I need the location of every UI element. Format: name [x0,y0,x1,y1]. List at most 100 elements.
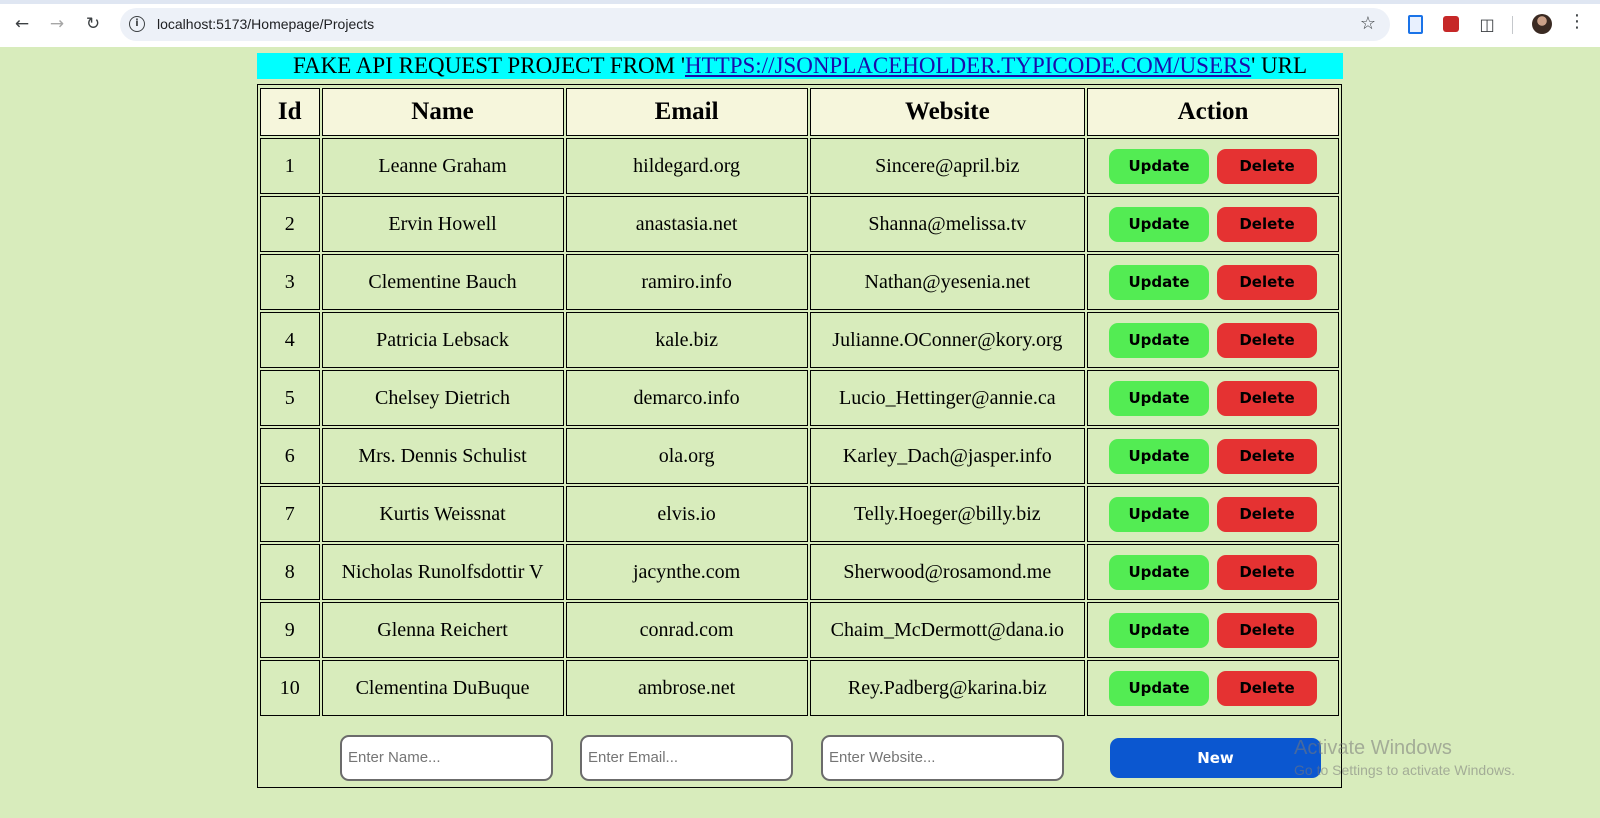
update-button[interactable]: Update [1109,438,1210,474]
update-button[interactable]: Update [1109,612,1210,648]
cell-name: Ervin Howell [321,196,564,252]
cell-website: Telly.Hoeger@billy.biz [809,486,1086,542]
browser-toolbar: ← → ↻ i localhost:5173/Homepage/Projects… [0,0,1600,47]
watermark-subtitle: Go to Settings to activate Windows. [1294,762,1515,778]
website-input[interactable]: Enter Website... [821,735,1064,781]
star-icon[interactable]: ☆ [1360,13,1376,34]
cell-action: Update Delete [1087,370,1339,426]
cell-id: 7 [260,486,320,542]
cell-name: Chelsey Dietrich [321,370,564,426]
url-text[interactable]: localhost:5173/Homepage/Projects [157,16,374,32]
update-button[interactable]: Update [1109,670,1210,706]
table-row: 1 Leanne Graham hildegard.org Sincere@april… [260,138,1339,194]
cell-email: demarco.info [565,370,808,426]
delete-button[interactable]: Delete [1217,264,1318,300]
update-button[interactable]: Update [1109,322,1210,358]
update-button[interactable]: Update [1109,554,1210,590]
delete-button[interactable]: Delete [1217,148,1318,184]
toolbar-divider [1512,16,1513,34]
email-input[interactable]: Enter Email... [580,735,793,781]
table-row: 5 Chelsey Dietrich demarco.info Lucio_Hetti… [260,370,1339,426]
delete-button[interactable]: Delete [1217,612,1318,648]
cell-website: Lucio_Hettinger@annie.ca [809,370,1086,426]
table-row: 8 Nicholas Runolfsdottir Vjacynthe.com She… [260,544,1339,600]
cell-action: Update Delete [1087,312,1339,368]
document-extension-icon[interactable] [1405,14,1425,34]
watermark-title: Activate Windows [1294,737,1452,759]
cell-email: jacynthe.com [565,544,808,600]
new-user-form: Enter Name... Enter Email... Enter Websi… [258,725,1341,785]
cell-website: Rey.Padberg@karina.biz [809,660,1086,716]
delete-button[interactable]: Delete [1217,670,1318,706]
delete-button[interactable]: Delete [1217,496,1318,532]
page-title: FAKE API REQUEST PROJECT FROM 'HTTPS://J… [257,53,1343,79]
users-table: Id Name Email Website Action 1 Leanne Gra… [258,86,1341,718]
cell-email: kale.biz [565,312,808,368]
cell-website: Chaim_McDermott@dana.io [809,602,1086,658]
update-button[interactable]: Update [1109,148,1210,184]
table-row: 9 Glenna Reichert conrad.com Chaim_McDermot… [260,602,1339,658]
cell-id: 10 [260,660,320,716]
table-row: 3 Clementine Bauch ramiro.info Nathan@yesen… [260,254,1339,310]
api-link[interactable]: HTTPS://JSONPLACEHOLDER.TYPICODE.COM/USE… [685,53,1251,78]
cell-name: Clementina DuBuque [321,660,564,716]
table-row: 6 Mrs. Dennis Schulist ola.org Karley_Dach@… [260,428,1339,484]
header-name: Name [321,88,564,136]
cell-email: anastasia.net [565,196,808,252]
cell-id: 2 [260,196,320,252]
cell-name: Clementine Bauch [321,254,564,310]
cell-website: Shanna@melissa.tv [809,196,1086,252]
back-arrow-icon[interactable]: ← [8,10,36,38]
update-button[interactable]: Update [1109,380,1210,416]
delete-button[interactable]: Delete [1217,438,1318,474]
cell-id: 3 [260,254,320,310]
name-input[interactable]: Enter Name... [340,735,553,781]
cell-action: Update Delete [1087,138,1339,194]
reload-icon[interactable]: ↻ [79,10,107,38]
cell-website: Nathan@yesenia.net [809,254,1086,310]
cell-action: Update Delete [1087,196,1339,252]
cell-email: hildegard.org [565,138,808,194]
banner-suffix: ' URL [1251,53,1308,78]
cell-email: conrad.com [565,602,808,658]
cell-action: Update Delete [1087,254,1339,310]
header-action: Action [1087,88,1339,136]
cell-action: Update Delete [1087,544,1339,600]
cell-action: Update Delete [1087,602,1339,658]
cell-email: ola.org [565,428,808,484]
cell-id: 4 [260,312,320,368]
table-row: 2 Ervin Howell anastasia.net Shanna@melissa… [260,196,1339,252]
cell-name: Leanne Graham [321,138,564,194]
address-bar[interactable]: i localhost:5173/Homepage/Projects ☆ [120,8,1390,41]
delete-button[interactable]: Delete [1217,322,1318,358]
cell-action: Update Delete [1087,660,1339,716]
avatar[interactable] [1532,14,1552,34]
cell-id: 6 [260,428,320,484]
table-row: 10 Clementina DuBuque ambrose.net Rey.Padbe… [260,660,1339,716]
cell-id: 5 [260,370,320,426]
kebab-menu-icon[interactable]: ⋮ [1568,12,1586,32]
update-button[interactable]: Update [1109,206,1210,242]
banner-prefix: FAKE API REQUEST PROJECT FROM ' [292,53,685,78]
forward-arrow-icon[interactable]: → [43,10,71,38]
cell-website: Sherwood@rosamond.me [809,544,1086,600]
cell-id: 8 [260,544,320,600]
red-extension-icon[interactable] [1441,14,1461,34]
cell-email: elvis.io [565,486,808,542]
cell-website: Julianne.OConner@kory.org [809,312,1086,368]
delete-button[interactable]: Delete [1217,554,1318,590]
cell-website: Sincere@april.biz [809,138,1086,194]
cell-name: Nicholas Runolfsdottir V [321,544,564,600]
cell-id: 1 [260,138,320,194]
cell-name: Kurtis Weissnat [321,486,564,542]
info-icon[interactable]: i [129,16,145,32]
update-button[interactable]: Update [1109,264,1210,300]
update-button[interactable]: Update [1109,496,1210,532]
cell-email: ambrose.net [565,660,808,716]
delete-button[interactable]: Delete [1217,206,1318,242]
cell-name: Mrs. Dennis Schulist [321,428,564,484]
new-button[interactable]: New [1110,738,1321,778]
cell-website: Karley_Dach@jasper.info [809,428,1086,484]
puzzle-icon[interactable]: ◫ [1477,14,1497,34]
delete-button[interactable]: Delete [1217,380,1318,416]
